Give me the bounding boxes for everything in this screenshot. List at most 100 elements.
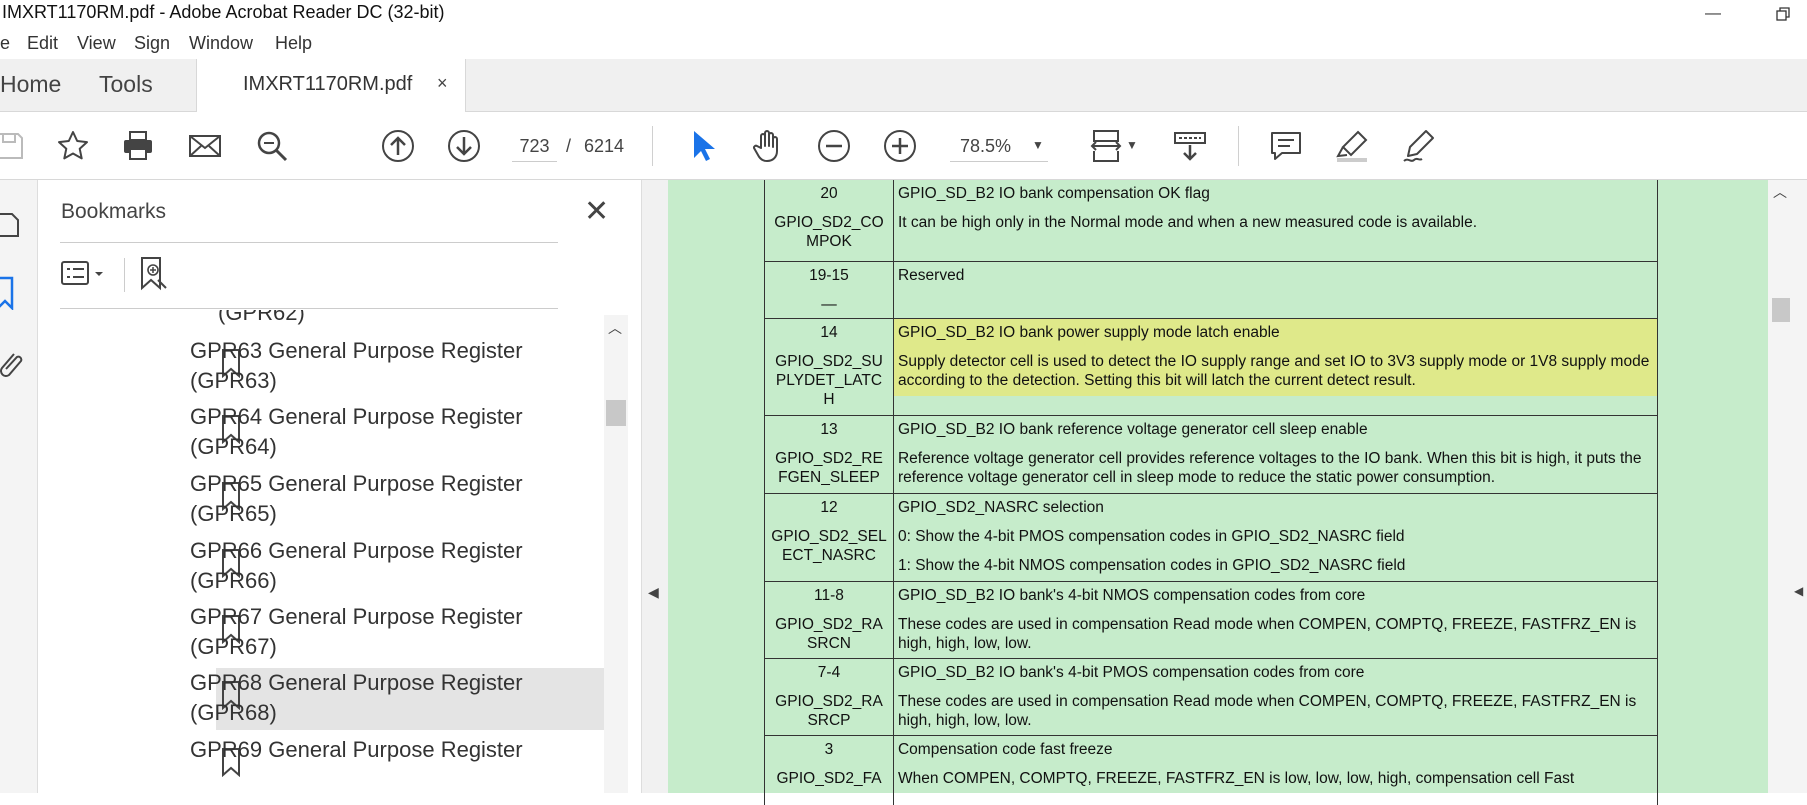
add-bookmark-icon — [141, 257, 167, 291]
menu-help[interactable]: Help — [275, 33, 312, 54]
tab-document-label: IMXRT1170RM.pdf — [243, 73, 413, 95]
bookmark-item[interactable]: GPR67 General Purpose Register (GPR67) — [186, 602, 578, 662]
next-page-button[interactable] — [444, 126, 484, 166]
comment-icon — [1271, 132, 1301, 160]
table-row: 11-8 GPIO_SD2_RA SRCN GPIO_SD_B2 IO bank… — [764, 580, 1659, 659]
field-name: GPIO_SD2_SU PLYDET_LATC H — [775, 352, 883, 408]
print-button[interactable] — [118, 126, 158, 166]
bookmark-item[interactable]: GPR66 General Purpose Register (GPR66) — [186, 536, 578, 596]
comment-button[interactable] — [1266, 126, 1306, 166]
bookmark-star-button[interactable] — [53, 126, 93, 166]
window-title: IMXRT1170RM.pdf - Adobe Acrobat Reader D… — [2, 2, 445, 22]
zoom-in-button[interactable] — [880, 126, 920, 166]
chevron-left-icon: ◀ — [648, 584, 659, 600]
field-description: When COMPEN, COMPTQ, FREEZE, FASTFRZ_EN … — [897, 769, 1575, 787]
bit-range: 11-8 — [814, 586, 844, 604]
scroll-up-arrow[interactable]: ︿ — [1773, 182, 1787, 202]
field-description: Supply detector cell is used to detect t… — [897, 352, 1650, 389]
scroll-up-arrow[interactable]: ︿ — [608, 318, 622, 338]
select-tool-button[interactable] — [682, 126, 722, 166]
tab-tools[interactable]: Tools — [99, 71, 153, 98]
restore-button[interactable] — [1760, 0, 1806, 27]
bookmark-icon — [0, 276, 14, 312]
close-panel-button[interactable]: ✕ — [584, 194, 609, 229]
navigation-rail — [0, 180, 38, 793]
fit-page-button[interactable] — [1086, 126, 1126, 166]
list-options-icon — [61, 261, 103, 285]
menu-view[interactable]: View — [77, 33, 116, 54]
zoom-dropdown-caret[interactable]: ▼ — [1032, 138, 1044, 152]
bookmark-label: GPR69 General Purpose Register — [190, 737, 523, 762]
table-row: 13 GPIO_SD2_RE FGEN_SLEEP GPIO_SD_B2 IO … — [764, 414, 1659, 494]
menu-file[interactable]: e — [0, 33, 10, 54]
field-name: GPIO_SD2_FA — [776, 769, 882, 787]
page-separator: / — [566, 136, 572, 156]
bookmark-label: GPR64 General Purpose Register (GPR64) — [190, 404, 523, 459]
table-row: 7-4 GPIO_SD2_RA SRCP GPIO_SD_B2 IO bank'… — [764, 657, 1659, 736]
attachments-panel-button[interactable] — [0, 346, 24, 385]
sign-button[interactable] — [1398, 126, 1438, 166]
bookmark-item[interactable]: GPR69 General Purpose Register — [186, 735, 578, 775]
field-title: GPIO_SD_B2 IO bank power supply mode lat… — [897, 323, 1280, 341]
collapse-panel-handle[interactable]: ◀ — [642, 180, 668, 793]
chevron-left-icon: ◀ — [1794, 584, 1804, 598]
zoom-out-button[interactable] — [814, 126, 854, 166]
page-number-input[interactable]: 723 — [512, 130, 557, 162]
bookmarks-panel-button[interactable] — [0, 276, 24, 315]
tab-bar: Home Tools IMXRT1170RM.pdf × — [0, 59, 1807, 113]
table-row: 3 GPIO_SD2_FA Compensation code fast fre… — [764, 734, 1659, 805]
minimize-button[interactable]: — — [1690, 0, 1736, 27]
bit-range: 12 — [820, 498, 838, 516]
email-button[interactable] — [185, 126, 225, 166]
restore-icon — [1776, 6, 1790, 21]
field-title: GPIO_SD2_NASRC selection — [897, 498, 1104, 516]
hand-tool-button[interactable] — [748, 126, 788, 166]
divider — [124, 258, 125, 292]
bit-range: 20 — [820, 185, 838, 202]
bookmark-label: GPR67 General Purpose Register (GPR67) — [190, 604, 523, 659]
bookmarks-panel: Bookmarks ✕ (GPR62) GPR63 General Purpos… — [38, 180, 642, 793]
right-pane-rail[interactable]: ◀ — [1793, 180, 1807, 793]
field-name: GPIO_SD2_CO MPOK — [774, 214, 884, 250]
bookmark-label: (GPR62) — [218, 310, 305, 325]
bit-range: 14 — [820, 323, 838, 341]
menu-edit[interactable]: Edit — [27, 33, 58, 54]
bookmark-item-selected[interactable]: GPR68 General Purpose Register (GPR68) — [186, 668, 578, 728]
new-bookmark-button[interactable] — [138, 256, 170, 297]
document-scrollbar[interactable]: ︿ — [1768, 180, 1793, 793]
field-description: Reference voltage generator cell provide… — [897, 449, 1642, 486]
previous-page-button[interactable] — [378, 126, 418, 166]
bookmark-list: (GPR62) GPR63 General Purpose Register (… — [38, 310, 604, 793]
plus-circle-icon — [884, 130, 916, 162]
bit-range: 7-4 — [817, 663, 841, 681]
field-title: Reserved — [897, 266, 965, 284]
field-description: These codes are used in compensation Rea… — [897, 692, 1637, 729]
search-button[interactable] — [252, 126, 292, 166]
menu-window[interactable]: Window — [189, 33, 253, 54]
bookmark-label: GPR68 General Purpose Register (GPR68) — [190, 670, 523, 725]
document-scrollbar-thumb[interactable] — [1772, 298, 1790, 322]
highlight-button[interactable] — [1332, 126, 1372, 166]
tab-document[interactable]: IMXRT1170RM.pdf × — [196, 59, 466, 113]
table-row: 19-15 — Reserved — [764, 260, 1659, 319]
tab-close-button[interactable]: × — [437, 73, 448, 94]
minus-circle-icon — [818, 130, 850, 162]
bookmark-scrollbar-thumb[interactable] — [606, 400, 626, 426]
field-description: These codes are used in compensation Rea… — [897, 615, 1637, 652]
bookmark-label: GPR65 General Purpose Register (GPR65) — [190, 471, 523, 526]
save-button[interactable] — [0, 126, 30, 166]
fit-dropdown-caret[interactable]: ▼ — [1126, 138, 1138, 152]
menu-sign[interactable]: Sign — [134, 33, 170, 54]
bookmark-item[interactable]: GPR63 General Purpose Register (GPR63) — [186, 336, 578, 396]
tab-home[interactable]: Home — [0, 71, 61, 98]
pages-panel-button[interactable] — [0, 210, 24, 245]
bookmark-item[interactable]: (GPR62) — [216, 310, 604, 332]
bookmark-scrollbar[interactable] — [604, 315, 628, 793]
field-name: GPIO_SD2_RA SRCP — [775, 692, 883, 729]
arrow-up-circle-icon — [382, 130, 414, 162]
bookmark-options-button[interactable] — [60, 258, 108, 295]
bookmark-item[interactable]: GPR65 General Purpose Register (GPR65) — [186, 469, 578, 529]
bookmark-item[interactable]: GPR64 General Purpose Register (GPR64) — [186, 402, 578, 462]
menu-bar: e Edit View Sign Window Help — [0, 27, 1807, 59]
scrolling-mode-button[interactable] — [1170, 126, 1210, 166]
